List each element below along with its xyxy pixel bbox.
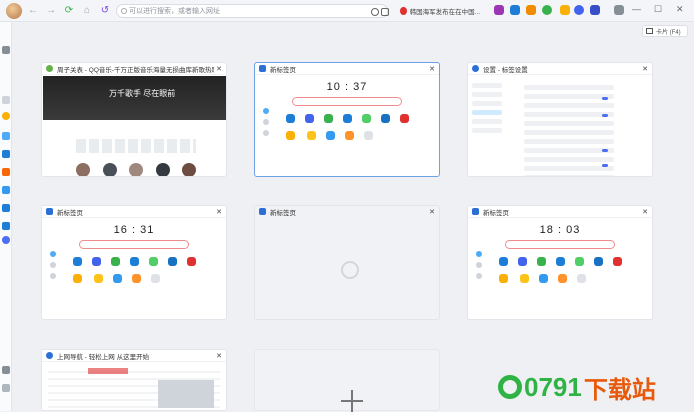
tools-icon[interactable] xyxy=(590,5,600,15)
search-box[interactable] xyxy=(505,240,615,249)
settings-icon[interactable] xyxy=(2,150,10,158)
tab-card[interactable]: 新标签页 ✕ 18 : 03 xyxy=(467,205,653,320)
close-tab-icon[interactable]: ✕ xyxy=(429,208,435,216)
tab-card[interactable]: 新标签页 ✕ xyxy=(254,205,440,320)
grid-icon xyxy=(646,28,653,34)
hot-news[interactable]: 韩国海军发布在在中国... xyxy=(400,4,480,18)
favorites-icon[interactable] xyxy=(560,5,570,15)
chat-icon[interactable] xyxy=(542,5,552,15)
close-tab-icon[interactable]: ✕ xyxy=(216,65,222,73)
tab-title: 新标签页 xyxy=(270,66,296,74)
tab-card[interactable]: 设置 - 标签设置 ✕ xyxy=(467,62,653,177)
tab-title: 新标签页 xyxy=(57,209,83,217)
side-shortcuts xyxy=(263,108,271,141)
category-tags xyxy=(76,139,196,153)
browser-logo-icon xyxy=(341,261,359,279)
hero-text: 万千歌手 尽在眼前 xyxy=(109,89,176,98)
side-shortcuts xyxy=(50,251,58,284)
tab-title: 新标签页 xyxy=(270,209,296,217)
tab-card[interactable]: 周子关表 - QQ音乐-千万正版音乐海量无损曲库新歌热歌天天... ✕ 万千歌手… xyxy=(41,62,227,177)
view-label: 卡片 (F4) xyxy=(656,29,681,36)
plus-icon xyxy=(341,390,363,412)
tab-title: 新标签页 xyxy=(483,209,509,217)
site-watermark: 0791 下载站 xyxy=(498,369,656,405)
address-placeholder: 可以进行搜索，或者输入网址 xyxy=(129,8,220,15)
clock: 10 : 37 xyxy=(326,81,368,93)
new-tab-card[interactable] xyxy=(254,349,440,412)
shortcut-grid xyxy=(68,254,208,288)
home-button[interactable]: ⌂ xyxy=(80,4,94,18)
watermark-text: 下载站 xyxy=(583,375,656,404)
tab-title: 周子关表 - QQ音乐-千万正版音乐海量无损曲库新歌热歌天天... xyxy=(57,66,214,74)
translate-icon[interactable] xyxy=(371,8,379,16)
settings-content xyxy=(524,81,614,176)
tab-icon[interactable] xyxy=(2,204,10,212)
apps-icon[interactable] xyxy=(2,46,10,54)
minimize-button[interactable]: — xyxy=(632,4,641,14)
hot-news-text: 韩国海军发布在在中国... xyxy=(409,9,480,16)
collapse-icon[interactable] xyxy=(2,96,10,104)
tab-icon xyxy=(472,208,479,215)
watermark-logo-icon xyxy=(498,375,522,399)
address-bar[interactable]: 可以进行搜索，或者输入网址 xyxy=(116,4,389,18)
clock: 16 : 31 xyxy=(113,224,155,236)
sync-icon[interactable] xyxy=(574,5,584,15)
extension-icon[interactable] xyxy=(494,5,504,15)
close-tab-icon[interactable]: ✕ xyxy=(429,65,435,73)
mail-icon[interactable] xyxy=(2,186,10,194)
close-button[interactable]: ✕ xyxy=(676,4,684,15)
user-avatar[interactable] xyxy=(6,2,22,19)
tab-title: 设置 - 标签设置 xyxy=(483,66,528,74)
menu-icon[interactable] xyxy=(614,5,624,15)
side-panel xyxy=(0,22,12,411)
settings-icon xyxy=(472,65,479,72)
watermark-number: 0791 xyxy=(524,371,582,402)
trash-icon[interactable] xyxy=(2,384,10,392)
browser-icon[interactable] xyxy=(2,236,10,244)
artist-row xyxy=(76,163,196,176)
tab-icon xyxy=(259,65,266,72)
tab-card-active[interactable]: 新标签页 ✕ 10 : 37 xyxy=(254,62,440,177)
forward-button[interactable]: → xyxy=(44,4,58,18)
close-tab-icon[interactable]: ✕ xyxy=(642,208,648,216)
side-shortcuts xyxy=(476,251,484,284)
refresh-button[interactable]: ⟳ xyxy=(62,4,76,18)
tab-title: 上网导航 - 轻松上网 从这里开始 xyxy=(57,353,150,361)
search-box[interactable] xyxy=(292,97,402,106)
maximize-button[interactable]: ☐ xyxy=(654,4,662,15)
close-tab-icon[interactable]: ✕ xyxy=(642,65,648,73)
tab-icon xyxy=(46,352,53,359)
translate-ext-icon[interactable] xyxy=(510,5,520,15)
browser-toolbar: ← → ⟳ ⌂ ↺ 可以进行搜索，或者输入网址 韩国海军发布在在中国... — … xyxy=(0,0,694,22)
shortcut-grid xyxy=(281,111,421,145)
history-button[interactable]: ↺ xyxy=(98,4,112,18)
bookmark-icon[interactable] xyxy=(2,132,10,140)
star-icon[interactable] xyxy=(381,8,389,16)
hot-icon xyxy=(400,7,407,15)
add-icon[interactable] xyxy=(2,366,10,374)
tab-card[interactable]: 上网导航 - 轻松上网 从这里开始 ✕ xyxy=(41,349,227,411)
window-icon[interactable] xyxy=(2,222,10,230)
tab-icon xyxy=(46,208,53,215)
clock: 18 : 03 xyxy=(539,224,581,236)
weibo-icon[interactable] xyxy=(2,168,10,176)
tab-card[interactable]: 新标签页 ✕ 16 : 31 xyxy=(41,205,227,320)
page-preview xyxy=(48,366,220,410)
close-tab-icon[interactable]: ✕ xyxy=(216,352,222,360)
screenshot-icon[interactable] xyxy=(526,5,536,15)
qq-music-icon xyxy=(46,65,53,72)
shortcut-grid xyxy=(494,254,634,288)
search-icon xyxy=(121,8,127,14)
toggle-column xyxy=(602,83,610,176)
tab-icon xyxy=(259,208,266,215)
settings-menu xyxy=(472,79,502,137)
back-button[interactable]: ← xyxy=(26,4,40,18)
close-tab-icon[interactable]: ✕ xyxy=(216,208,222,216)
view-switch-button[interactable]: 卡片 (F4) xyxy=(642,25,688,37)
qq-icon[interactable] xyxy=(2,112,10,120)
search-box[interactable] xyxy=(79,240,189,249)
page-preview: 万千歌手 尽在眼前 xyxy=(43,76,226,120)
